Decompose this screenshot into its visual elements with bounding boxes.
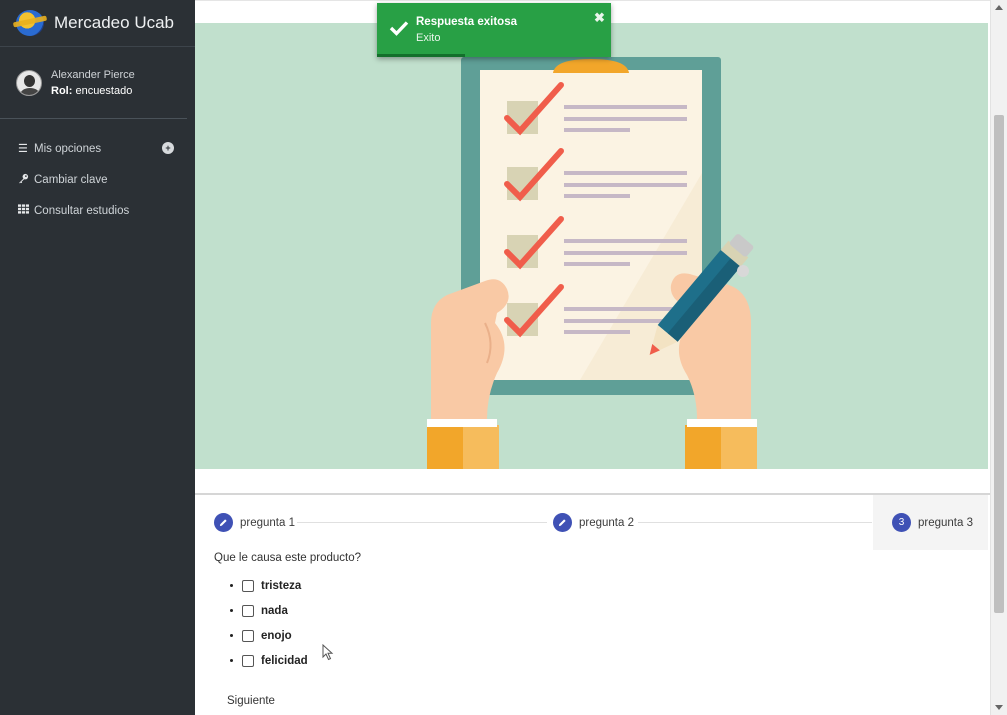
- close-icon[interactable]: ✖: [594, 10, 605, 26]
- mouse-cursor-icon: [322, 644, 334, 661]
- brand-title: Mercadeo Ucab: [54, 13, 175, 32]
- checkbox[interactable]: [242, 629, 254, 642]
- sidebar-menu: ☰ Mis opciones + Cambiar clave Consultar…: [0, 133, 195, 226]
- survey-illustration: [195, 23, 988, 469]
- bullet: [230, 584, 233, 587]
- option-label: nada: [261, 604, 288, 617]
- checkbox[interactable]: [242, 604, 254, 617]
- bullet: [230, 609, 233, 612]
- answer-options: tristeza nada enojo felicidad: [230, 573, 308, 673]
- step-pregunta-2[interactable]: pregunta 2: [553, 495, 634, 550]
- sidebar-item-mis-opciones[interactable]: ☰ Mis opciones +: [0, 133, 195, 164]
- key-icon: [18, 173, 31, 187]
- sidebar: Mercadeo Ucab Alexander Pierce Rol: encu…: [0, 0, 195, 715]
- grid-icon: [18, 204, 31, 217]
- vertical-scrollbar[interactable]: [990, 0, 1007, 715]
- step-label: pregunta 3: [918, 516, 973, 529]
- checkbox[interactable]: [242, 654, 254, 667]
- scroll-thumb[interactable]: [994, 115, 1004, 613]
- step-connector: [638, 522, 872, 523]
- step-number: 3: [892, 513, 911, 532]
- sidebar-item-label: Cambiar clave: [34, 173, 108, 186]
- avatar: [16, 69, 42, 96]
- question-text: Que le causa este producto?: [214, 552, 362, 564]
- step-pregunta-3[interactable]: 3 pregunta 3: [873, 495, 988, 550]
- sidebar-item-label: Consultar estudios: [34, 204, 130, 217]
- step-connector: [297, 522, 547, 523]
- toast-message: Exito: [416, 32, 441, 44]
- next-button[interactable]: Siguiente: [227, 695, 275, 707]
- user-panel: Alexander Pierce Rol: encuestado: [0, 47, 187, 119]
- user-info: Alexander Pierce Rol: encuestado: [51, 67, 135, 99]
- question-stepper: pregunta 1 pregunta 2 3 pregunta 3: [195, 495, 988, 550]
- option-label: enojo: [261, 629, 292, 642]
- user-role-label: Rol:: [51, 84, 73, 97]
- step-pregunta-1[interactable]: pregunta 1: [214, 495, 295, 550]
- scroll-down-icon[interactable]: [995, 705, 1003, 710]
- user-role: Rol: encuestado: [51, 83, 135, 99]
- clipboard-illustration-icon: [427, 57, 757, 469]
- bullet: [230, 634, 233, 637]
- pencil-icon: [553, 513, 572, 532]
- success-toast[interactable]: Respuesta exitosa Exito ✖: [377, 3, 611, 57]
- main-content: pregunta 1 pregunta 2 3 pregunta 3 Que l…: [195, 0, 990, 715]
- option-enojo[interactable]: enojo: [230, 623, 308, 648]
- scroll-up-icon[interactable]: [995, 5, 1003, 10]
- sidebar-item-consultar-estudios[interactable]: Consultar estudios: [0, 195, 195, 226]
- option-tristeza[interactable]: tristeza: [230, 573, 308, 598]
- option-label: tristeza: [261, 579, 302, 592]
- sidebar-item-label: Mis opciones: [34, 142, 102, 155]
- option-label: felicidad: [261, 654, 308, 667]
- user-role-value: encuestado: [75, 84, 133, 97]
- step-label: pregunta 2: [579, 516, 634, 529]
- toast-progress-bar: [377, 54, 465, 57]
- option-felicidad[interactable]: felicidad: [230, 648, 308, 673]
- check-icon: [389, 21, 409, 36]
- checkbox[interactable]: [242, 579, 254, 592]
- option-nada[interactable]: nada: [230, 598, 308, 623]
- brand[interactable]: Mercadeo Ucab: [0, 0, 195, 47]
- user-name: Alexander Pierce: [51, 68, 135, 81]
- expand-plus-icon[interactable]: +: [162, 142, 174, 154]
- bullet: [230, 659, 233, 662]
- brand-logo: [16, 10, 44, 36]
- pencil-icon: [214, 513, 233, 532]
- toast-title: Respuesta exitosa: [416, 16, 517, 28]
- bars-icon: ☰: [18, 143, 28, 155]
- step-label: pregunta 1: [240, 516, 295, 529]
- sidebar-item-cambiar-clave[interactable]: Cambiar clave: [0, 164, 195, 195]
